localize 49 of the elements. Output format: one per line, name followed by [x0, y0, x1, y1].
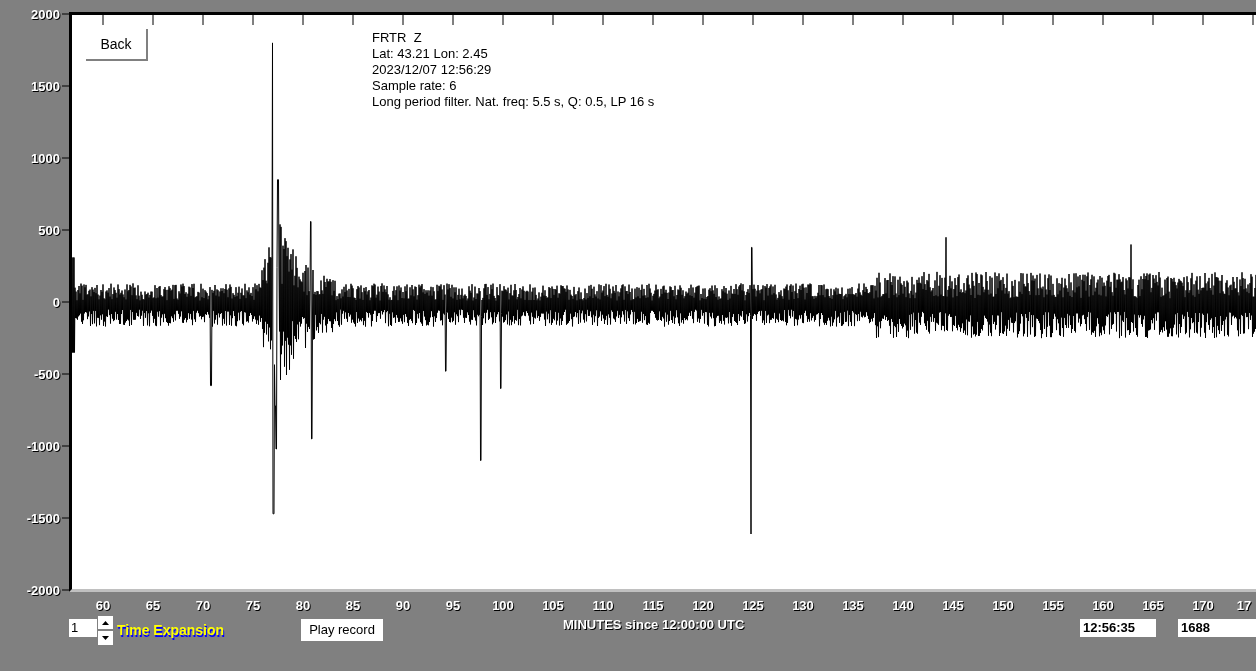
x-axis-label: 105 [541, 599, 565, 612]
time-expansion-input[interactable]: 1 [69, 619, 97, 637]
y-axis-label: 1500 [31, 80, 60, 93]
station-info-line: 2023/12/07 12:56:29 [372, 62, 493, 78]
station-info-line: Long period filter. Nat. freq: 5.5 s, Q: 0.5, LP 16 s [372, 94, 655, 110]
x-axis-label: 160 [1091, 599, 1115, 612]
y-axis-label: 1000 [31, 152, 60, 165]
x-axis-label: 95 [444, 599, 462, 612]
y-axis-label: 500 [38, 224, 60, 237]
x-axis-label: 65 [144, 599, 162, 612]
count-field: 1688 [1178, 619, 1256, 637]
x-axis-label: 145 [941, 599, 965, 612]
spin-up-button[interactable] [98, 616, 113, 630]
x-axis-title: MINUTES since 12:00:00 UTC [563, 616, 745, 634]
x-axis-label: 140 [891, 599, 915, 612]
x-axis-label: 60 [94, 599, 112, 612]
x-axis-label: 135 [841, 599, 865, 612]
station-info-line: Sample rate: 6 [372, 78, 458, 94]
y-axis-label: -500 [33, 368, 60, 381]
station-info-line: Lat: 43.21 Lon: 2.45 [372, 46, 489, 62]
play-record-button[interactable]: Play record [301, 619, 383, 641]
x-axis-label: 125 [741, 599, 765, 612]
x-axis-label: 120 [691, 599, 715, 612]
y-axis-label: 2000 [31, 8, 60, 21]
up-triangle-icon [102, 620, 109, 625]
back-button[interactable]: Back [86, 29, 148, 61]
x-axis-label: 155 [1041, 599, 1065, 612]
spin-down-button[interactable] [98, 631, 113, 645]
y-axis-label: -1000 [26, 440, 60, 453]
x-axis-label: 90 [394, 599, 412, 612]
x-axis-label: 115 [641, 599, 665, 612]
x-axis-label: 70 [194, 599, 212, 612]
y-axis-label: -2000 [26, 584, 60, 597]
x-axis-label: 110 [591, 599, 615, 612]
time-expansion-label: Time Expansion [117, 621, 225, 640]
x-axis-label: 165 [1141, 599, 1165, 612]
time-field: 12:56:35 [1080, 619, 1156, 637]
down-triangle-icon [102, 636, 109, 640]
x-axis-label: 17 [1235, 599, 1253, 612]
x-axis-label: 75 [244, 599, 262, 612]
x-axis-label: 170 [1191, 599, 1215, 612]
y-axis-label: -1500 [26, 512, 60, 525]
x-axis-label: 130 [791, 599, 815, 612]
x-axis-label: 85 [344, 599, 362, 612]
x-axis-label: 80 [294, 599, 312, 612]
y-axis-label: 0 [52, 296, 60, 309]
x-axis-label: 100 [491, 599, 515, 612]
station-info-line: FRTR Z [372, 30, 423, 46]
x-axis-label: 150 [991, 599, 1015, 612]
